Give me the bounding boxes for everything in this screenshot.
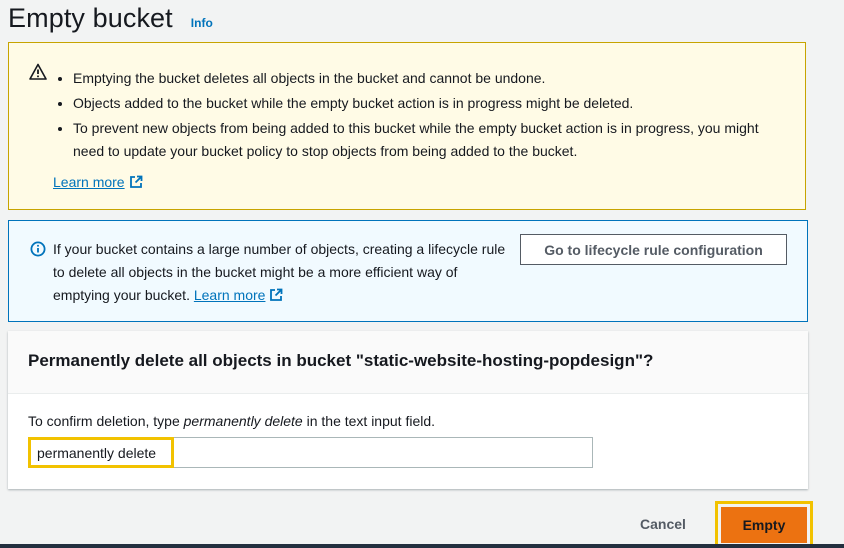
- empty-bucket-page: Empty bucket Info Emptying the bucket de…: [0, 0, 844, 548]
- warning-item: To prevent new objects from being added …: [73, 117, 773, 163]
- confirm-label-suffix: in the text input field.: [302, 413, 436, 429]
- confirm-panel-header: Permanently delete all objects in bucket…: [8, 331, 808, 394]
- confirm-panel: Permanently delete all objects in bucket…: [8, 331, 808, 489]
- page-title: Empty bucket: [8, 3, 173, 33]
- empty-button[interactable]: Empty: [721, 507, 807, 543]
- warning-icon: [29, 63, 47, 80]
- warning-learn-more-link[interactable]: Learn more: [53, 174, 125, 190]
- warning-list: Emptying the bucket deletes all objects …: [53, 67, 773, 165]
- confirm-label: To confirm deletion, type permanently de…: [28, 413, 435, 429]
- bottom-bar: [0, 544, 844, 548]
- warning-item: Emptying the bucket deletes all objects …: [73, 67, 773, 90]
- confirm-label-emphasis: permanently delete: [183, 413, 303, 429]
- warning-alert: Emptying the bucket deletes all objects …: [8, 42, 806, 210]
- info-link[interactable]: Info: [191, 16, 213, 30]
- info-learn-more-link[interactable]: Learn more: [194, 287, 266, 303]
- info-text-block: If your bucket contains a large number o…: [53, 238, 513, 307]
- page-header: Empty bucket Info: [8, 3, 213, 39]
- warning-learn-more-wrap: Learn more: [53, 174, 143, 190]
- info-icon: [30, 241, 46, 257]
- cancel-button[interactable]: Cancel: [640, 516, 686, 532]
- confirm-title: Permanently delete all objects in bucket…: [28, 351, 654, 370]
- external-link-icon[interactable]: [269, 288, 283, 302]
- confirm-input[interactable]: [28, 437, 593, 468]
- external-link-icon[interactable]: [129, 175, 143, 189]
- warning-item: Objects added to the bucket while the em…: [73, 92, 773, 115]
- confirm-label-prefix: To confirm deletion, type: [28, 413, 184, 429]
- info-alert: If your bucket contains a large number o…: [8, 220, 808, 322]
- lifecycle-rule-button[interactable]: Go to lifecycle rule configuration: [520, 234, 787, 265]
